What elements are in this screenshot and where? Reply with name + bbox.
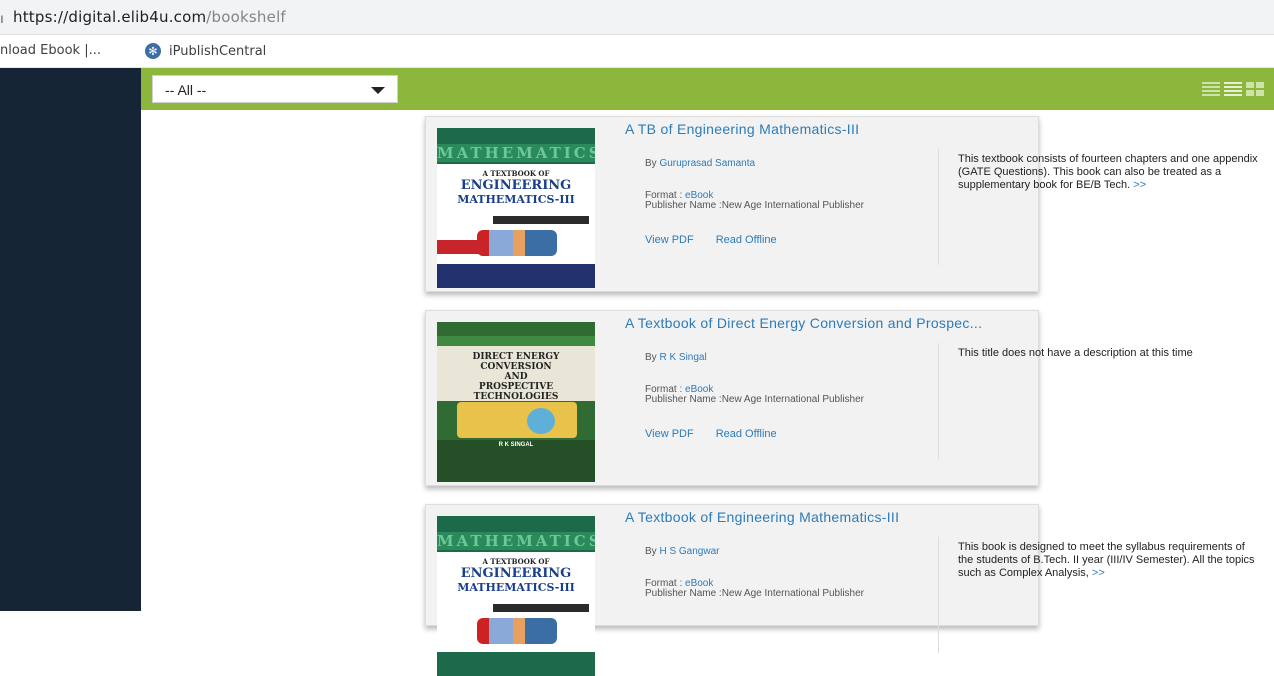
read-offline-link[interactable]: Read Offline: [716, 428, 777, 440]
address-bar-edge: ı: [0, 10, 4, 26]
cover-author: R K SINGAL: [498, 442, 534, 448]
book-format-publisher: Format : eBook Publisher Name :New Age I…: [645, 385, 864, 405]
publisher-label: Publisher Name :: [645, 394, 722, 405]
author-link[interactable]: R K Singal: [659, 352, 706, 363]
publisher-value: New Age International Publisher: [721, 394, 865, 405]
cover-line: DIRECT ENERGY: [472, 352, 560, 362]
cover-footer: [437, 264, 595, 288]
url-host: https://digital.elib4u.com: [13, 8, 207, 26]
bookmark-ipublishcentral-label: iPublishCentral: [169, 43, 267, 59]
category-select[interactable]: -- All --: [152, 75, 398, 103]
address-bar[interactable]: ı https://digital.elib4u.com/bookshelf: [0, 0, 1274, 35]
cover-line: ENGINEERING: [460, 178, 572, 193]
cover-line: MATHEMATICS-III: [457, 193, 575, 206]
url-text[interactable]: https://digital.elib4u.com/bookshelf: [13, 8, 286, 26]
cover-line: TECHNOLOGIES: [473, 392, 559, 402]
category-select-value: -- All --: [165, 82, 207, 98]
divider: [938, 537, 939, 653]
cover-panel: DIRECT ENERGY CONVERSION AND PROSPECTIVE…: [437, 346, 595, 402]
book-cover[interactable]: MATHEMATICS A TEXTBOOK OF ENGINEERING MA…: [437, 516, 595, 676]
book-title[interactable]: A TB of Engineering Mathematics-III: [625, 121, 859, 137]
description-text: This title does not have a description a…: [958, 347, 1193, 359]
book-actions: View PDF Read Offline: [645, 428, 777, 440]
publisher-value: New Age International Publisher: [721, 588, 865, 599]
author-prefix: By: [645, 158, 660, 169]
book-description: This book is designed to meet the syllab…: [958, 541, 1258, 580]
list-icon[interactable]: [1224, 82, 1242, 96]
cover-panel: A TEXTBOOK OF ENGINEERING MATHEMATICS-II…: [437, 552, 595, 652]
divider: [938, 343, 939, 459]
book-author: By H S Gangwar: [645, 547, 719, 557]
description-text: This book is designed to meet the syllab…: [958, 541, 1255, 579]
book-format-publisher: Format : eBook Publisher Name :New Age I…: [645, 191, 864, 211]
book-cover[interactable]: DIRECT ENERGY CONVERSION AND PROSPECTIVE…: [437, 322, 595, 482]
author-link[interactable]: H S Gangwar: [659, 546, 719, 557]
book-description: This title does not have a description a…: [958, 347, 1258, 360]
view-pdf-link[interactable]: View PDF: [645, 428, 694, 440]
bookmark-ipublishcentral[interactable]: ✻ iPublishCentral: [145, 43, 266, 59]
description-text: This textbook consists of fourteen chapt…: [958, 153, 1258, 191]
cover-accent: [437, 240, 489, 254]
cover-line: MATHEMATICS-III: [457, 581, 575, 594]
view-pdf-link[interactable]: View PDF: [645, 234, 694, 246]
cover-banner: MATHEMATICS: [437, 144, 595, 162]
read-offline-link[interactable]: Read Offline: [716, 234, 777, 246]
list-compact-icon[interactable]: [1202, 82, 1220, 96]
more-link[interactable]: >>: [1092, 567, 1105, 579]
cover-title-block: DIRECT ENERGY CONVERSION AND PROSPECTIVE…: [437, 352, 595, 402]
book-title[interactable]: A Textbook of Direct Energy Conversion a…: [625, 315, 982, 331]
cover-artwork: [477, 230, 557, 256]
sidebar: [0, 68, 141, 611]
book-card: DIRECT ENERGY CONVERSION AND PROSPECTIVE…: [425, 310, 1193, 486]
publisher-label: Publisher Name :: [645, 588, 722, 599]
cover-author-strip: [493, 216, 589, 224]
view-switcher: [1202, 82, 1264, 96]
author-prefix: By: [645, 546, 660, 557]
cover-artwork: [457, 402, 577, 438]
bookmarks-bar: nload Ebook |... ✻ iPublishCentral: [0, 35, 1274, 68]
cover-topbar: [437, 336, 595, 346]
book-author: By Guruprasad Samanta: [645, 159, 755, 169]
url-path: /bookshelf: [206, 8, 286, 26]
more-link[interactable]: >>: [1133, 179, 1146, 191]
toolbar: -- All --: [141, 68, 1274, 110]
cover-artwork: [477, 618, 557, 644]
cover-line: A TEXTBOOK OF: [482, 557, 550, 566]
publisher-label: Publisher Name :: [645, 200, 722, 211]
book-card: MATHEMATICS A TEXTBOOK OF ENGINEERING MA…: [425, 116, 1258, 292]
publisher-value: New Age International Publisher: [721, 200, 865, 211]
cover-line: A TEXTBOOK OF: [482, 169, 550, 178]
cover-banner: MATHEMATICS: [437, 532, 595, 550]
grid-icon[interactable]: [1246, 82, 1264, 96]
book-title[interactable]: A Textbook of Engineering Mathematics-II…: [625, 509, 899, 525]
bookshelf-content: MATHEMATICS A TEXTBOOK OF ENGINEERING MA…: [141, 110, 1274, 676]
cover-globe: [527, 408, 555, 434]
cover-line: CONVERSION: [480, 362, 552, 372]
author-link[interactable]: Guruprasad Samanta: [659, 158, 755, 169]
book-cover[interactable]: MATHEMATICS A TEXTBOOK OF ENGINEERING MA…: [437, 128, 595, 288]
cover-line: ENGINEERING: [460, 566, 572, 581]
book-format-publisher: Format : eBook Publisher Name :New Age I…: [645, 579, 864, 599]
book-card: MATHEMATICS A TEXTBOOK OF ENGINEERING MA…: [425, 504, 1255, 676]
divider: [938, 149, 939, 265]
book-actions: View PDF Read Offline: [645, 234, 777, 246]
author-prefix: By: [645, 352, 660, 363]
ipublishcentral-icon: ✻: [145, 43, 161, 59]
chevron-down-icon: [371, 87, 385, 94]
book-author: By R K Singal: [645, 353, 707, 363]
cover-line: PROSPECTIVE: [478, 382, 554, 392]
bookmark-download-ebook[interactable]: nload Ebook |...: [0, 43, 101, 58]
cover-line: AND: [504, 372, 528, 382]
book-description: This textbook consists of fourteen chapt…: [958, 153, 1258, 192]
